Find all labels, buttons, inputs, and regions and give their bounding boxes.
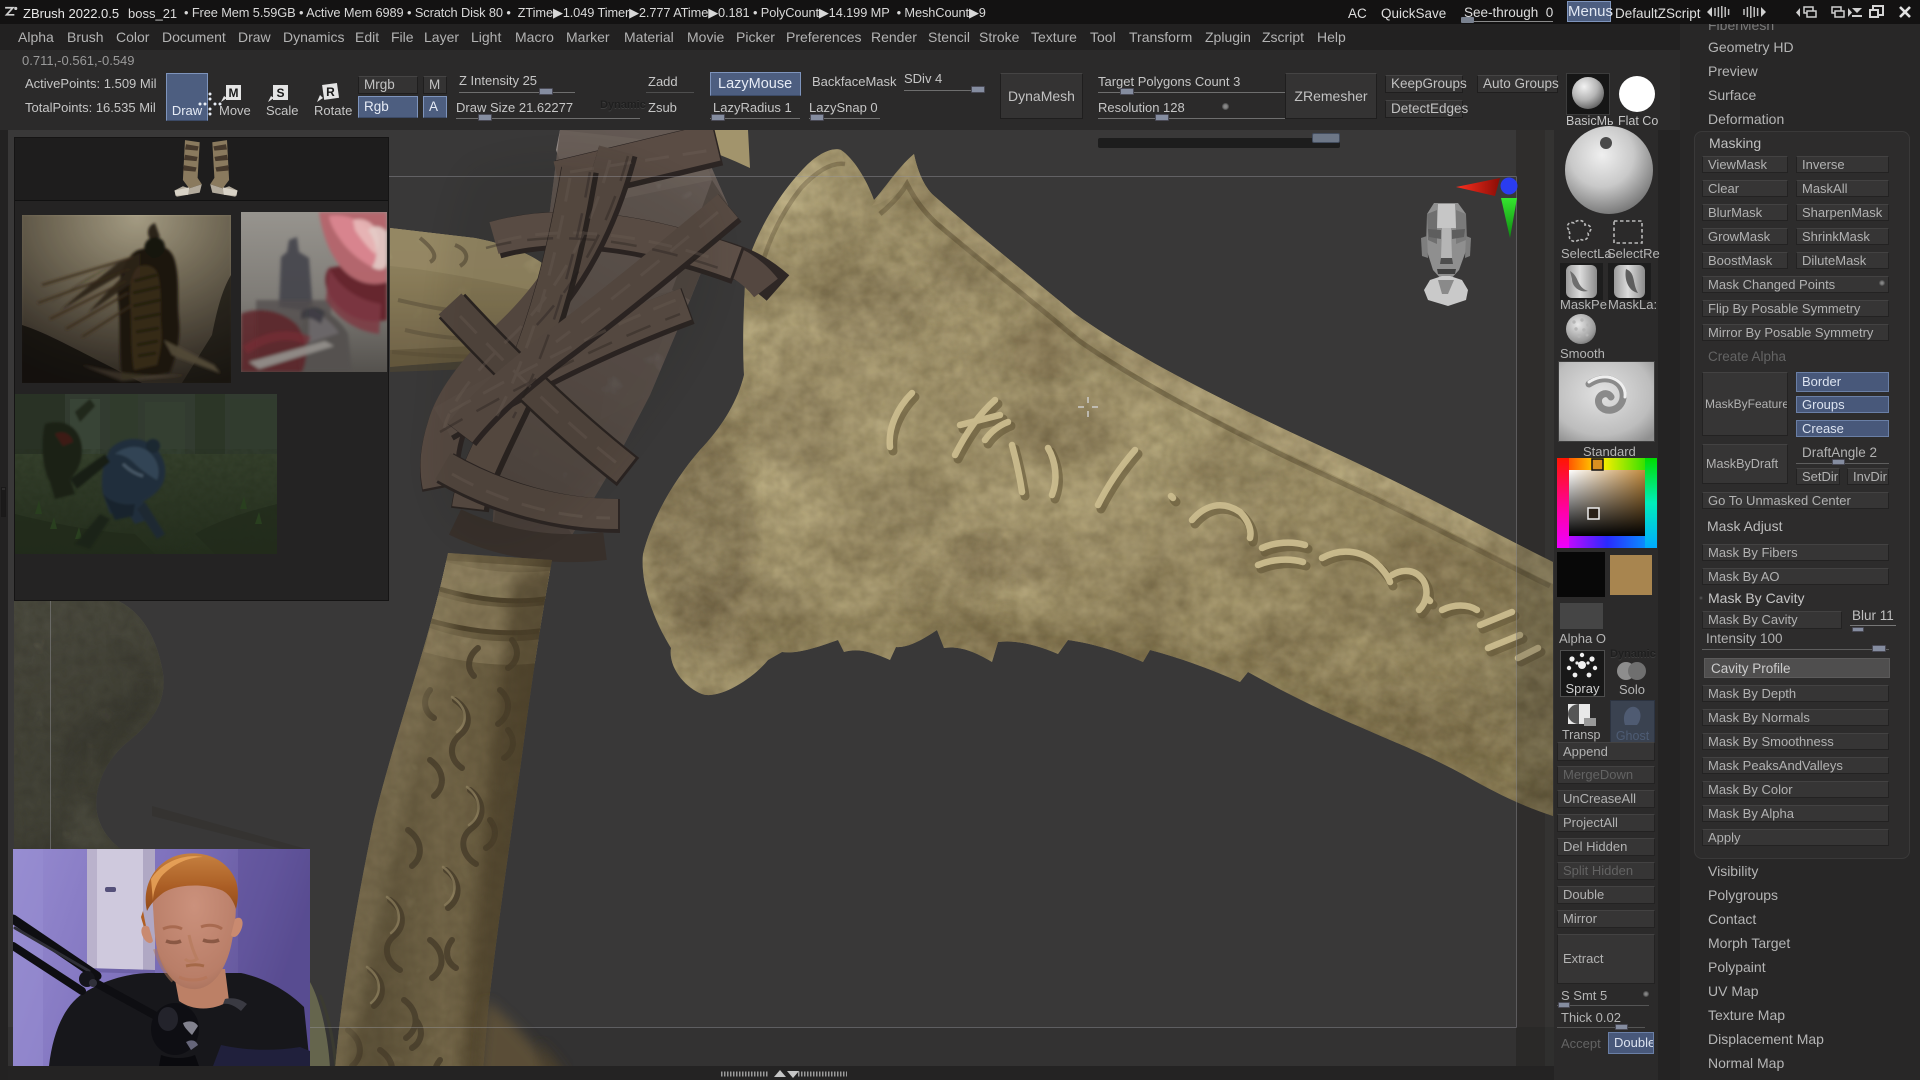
svg-text:S: S bbox=[276, 86, 284, 100]
svg-text:R: R bbox=[326, 85, 335, 99]
svg-text:M: M bbox=[229, 86, 239, 100]
